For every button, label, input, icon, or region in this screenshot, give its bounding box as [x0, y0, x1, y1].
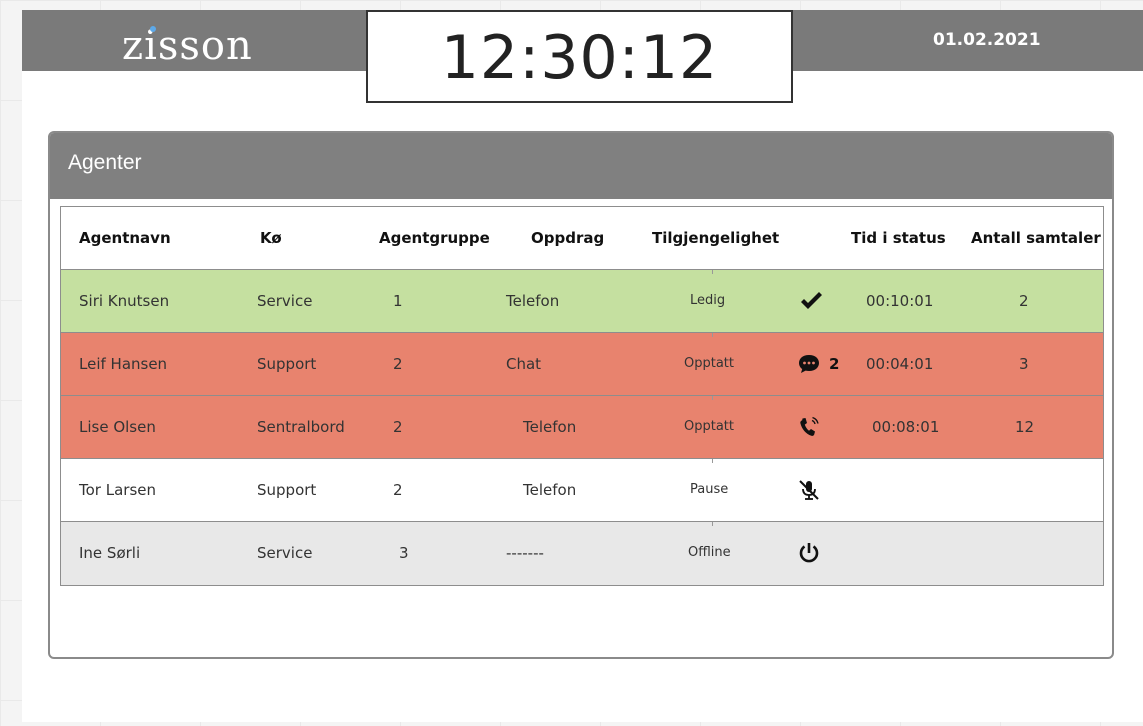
table-row[interactable]: Lise Olsen Sentralbord 2 Telefon Opptatt…	[61, 396, 1103, 459]
agent-availability: Pause	[690, 482, 729, 497]
agent-group: 1	[393, 292, 403, 310]
agent-name: Tor Larsen	[79, 481, 156, 499]
header-right-bar: 01.02.2021	[793, 10, 1143, 71]
agent-availability: Opptatt	[684, 419, 734, 434]
time-in-status: 00:04:01	[866, 355, 934, 373]
column-header-agentgruppe[interactable]: Agentgruppe	[379, 207, 490, 270]
clock-time: 12:30:12	[440, 23, 719, 93]
panel-header: Agenter	[50, 133, 1112, 199]
call-count: 2	[1019, 292, 1029, 310]
column-header-tilgjengelighet[interactable]: Tilgjengelighet	[652, 207, 779, 270]
time-in-status: 00:08:01	[872, 418, 940, 436]
checkmark-icon	[801, 292, 822, 309]
table-row[interactable]: Leif Hansen Support 2 Chat Opptatt 2 00:…	[61, 333, 1103, 396]
table-header: Agentnavn Kø Agentgruppe Oppdrag Tilgjen…	[61, 207, 1103, 270]
column-header-antall-samtaler[interactable]: Antall samtaler	[971, 207, 1101, 270]
clock-box: 12:30:12	[366, 10, 793, 103]
column-header-agentnavn[interactable]: Agentnavn	[79, 207, 171, 270]
agent-queue: Support	[257, 481, 317, 499]
zisson-logo: zisson	[122, 23, 253, 69]
agent-name: Siri Knutsen	[79, 292, 170, 310]
agent-availability: Ledig	[690, 293, 726, 308]
agent-task: -------	[506, 544, 544, 562]
agent-task: Telefon	[523, 481, 577, 499]
column-header-tid-i-status[interactable]: Tid i status	[851, 207, 946, 270]
call-count: 12	[1015, 418, 1035, 436]
active-chat-count: 2	[829, 355, 840, 373]
agent-group: 2	[393, 418, 403, 436]
agent-task: Telefon	[506, 292, 560, 310]
agent-name: Lise Olsen	[79, 418, 156, 436]
agent-group: 2	[393, 355, 403, 373]
agent-name: Leif Hansen	[79, 355, 168, 373]
call-count: 3	[1019, 355, 1029, 373]
agents-panel: Agenter Agentnavn Kø Agentgruppe Oppdrag…	[48, 131, 1114, 659]
agent-name: Ine Sørli	[79, 544, 141, 562]
panel-title: Agenter	[68, 151, 142, 174]
header-left-bar: zisson	[22, 10, 370, 71]
table-row[interactable]: Siri Knutsen Service 1 Telefon Ledig 00:…	[61, 270, 1103, 333]
agent-group: 3	[399, 544, 409, 562]
column-header-oppdrag[interactable]: Oppdrag	[531, 207, 604, 270]
agent-queue: Support	[257, 355, 317, 373]
agent-queue: Sentralbord	[257, 418, 345, 436]
agent-task: Telefon	[523, 418, 577, 436]
phone-ringing-icon	[800, 416, 819, 436]
agents-table: Agentnavn Kø Agentgruppe Oppdrag Tilgjen…	[60, 206, 1104, 586]
logo-dot	[150, 26, 156, 32]
agent-queue: Service	[257, 292, 313, 310]
agent-availability: Offline	[688, 545, 731, 560]
agent-group: 2	[393, 481, 403, 499]
agent-task: Chat	[506, 355, 542, 373]
current-date: 01.02.2021	[933, 30, 1041, 50]
power-icon	[799, 543, 819, 563]
microphone-muted-icon	[799, 480, 819, 500]
agent-availability: Opptatt	[684, 356, 734, 371]
table-row[interactable]: Tor Larsen Support 2 Telefon Pause	[61, 459, 1103, 522]
chat-bubble-icon	[799, 355, 819, 373]
table-row[interactable]: Ine Sørli Service 3 ------- Offline	[61, 522, 1103, 585]
column-header-ko[interactable]: Kø	[260, 207, 282, 270]
agent-queue: Service	[257, 544, 313, 562]
time-in-status: 00:10:01	[866, 292, 934, 310]
